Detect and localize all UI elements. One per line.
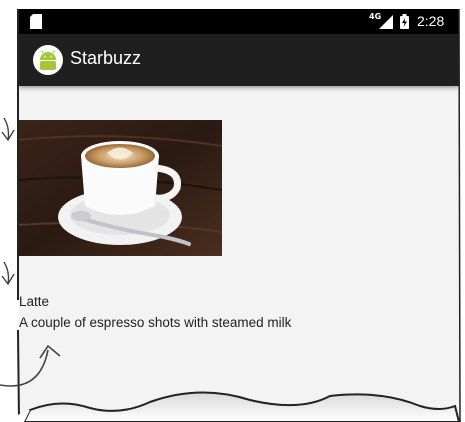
drink-name: Latte <box>19 294 50 309</box>
status-bar: 4G 2:28 <box>19 9 459 34</box>
app-title: Starbuzz <box>70 48 142 68</box>
app-bar: Starbuzz <box>19 34 459 86</box>
battery-charging-icon <box>400 14 409 29</box>
signal-icon <box>379 15 393 29</box>
latte-photo <box>19 120 222 256</box>
drink-description: A couple of espresso shots with steamed … <box>19 315 292 330</box>
status-time: 2:28 <box>417 13 445 29</box>
android-icon[interactable] <box>33 45 63 75</box>
torn-paper-edge <box>0 391 461 422</box>
phone-screen: 4G 2:28 Starbuzz Latte A couple of espre… <box>19 9 459 422</box>
sd-card-icon <box>30 14 42 29</box>
